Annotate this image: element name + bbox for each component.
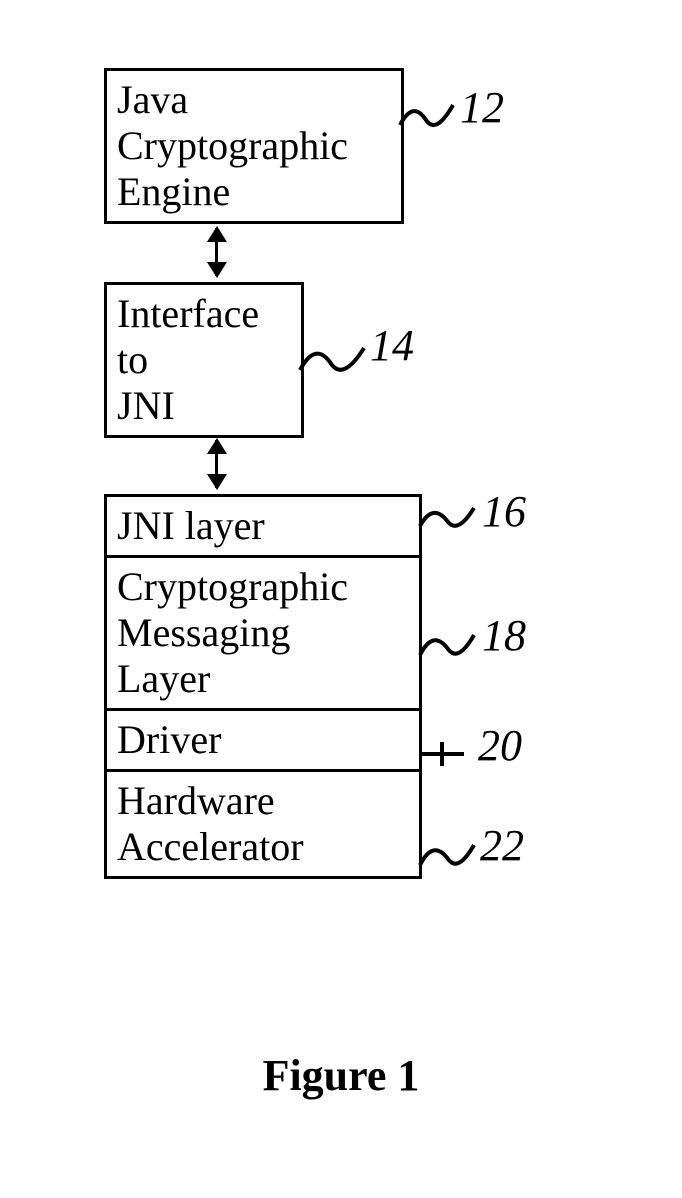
layer-stack: JNI layer Cryptographic Messaging Layer …: [104, 494, 422, 879]
cell-cryptographic-messaging-layer: Cryptographic Messaging Layer: [107, 555, 419, 708]
box-iface-text: Interface to JNI: [117, 291, 259, 428]
cell-jni-layer: JNI layer: [107, 497, 419, 555]
cell-cml-text: Cryptographic Messaging Layer: [117, 564, 348, 701]
leader-22: [418, 835, 478, 875]
leader-20: [418, 740, 468, 768]
leader-12: [398, 95, 458, 135]
arrow-jce-iface: [215, 228, 218, 276]
cell-hw-text: Hardware Accelerator: [117, 778, 304, 869]
box-jce-text: Java Cryptographic Engine: [117, 77, 348, 214]
figure-caption: Figure 1: [0, 1050, 682, 1101]
ref-14: 14: [370, 320, 414, 371]
figure-page: Java Cryptographic Engine 12 Interface t…: [0, 0, 682, 1198]
cell-driver-text: Driver: [117, 717, 221, 762]
arrow-iface-stack: [215, 440, 218, 488]
ref-16: 16: [482, 486, 526, 537]
leader-18: [418, 625, 478, 665]
cell-driver: Driver: [107, 708, 419, 769]
leader-14: [298, 340, 368, 380]
ref-22: 22: [480, 820, 524, 871]
leader-16: [418, 500, 478, 536]
ref-18: 18: [482, 610, 526, 661]
cell-hardware-accelerator: Hardware Accelerator: [107, 769, 419, 876]
ref-20: 20: [478, 720, 522, 771]
box-java-cryptographic-engine: Java Cryptographic Engine: [104, 68, 404, 224]
ref-12: 12: [460, 82, 504, 133]
box-interface-to-jni: Interface to JNI: [104, 282, 304, 438]
cell-jni-text: JNI layer: [117, 503, 265, 548]
